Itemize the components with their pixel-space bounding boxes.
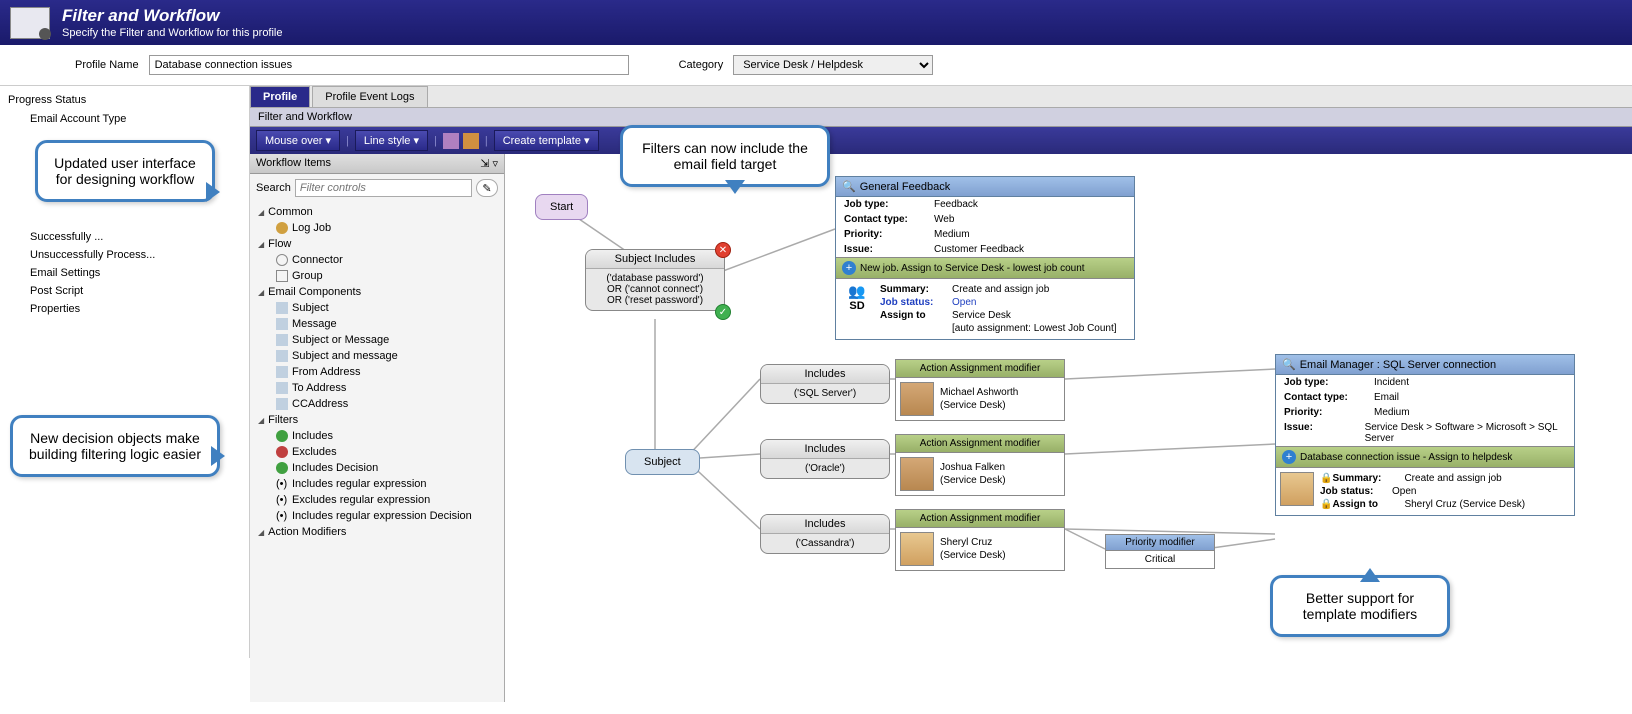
- page-title: Filter and Workflow: [62, 6, 283, 26]
- palette-header: Workflow Items ⇲ ▿: [250, 154, 504, 174]
- palette-pin-icon[interactable]: ⇲ ▿: [480, 157, 498, 170]
- item-excludes[interactable]: Excludes: [250, 444, 504, 460]
- palette-tree: Common Log Job Flow Connector Group Emai…: [250, 202, 504, 702]
- sidebar-item[interactable]: Post Script: [0, 282, 249, 300]
- sql-card-title: Email Manager : SQL Server connection: [1300, 359, 1496, 371]
- avatar: [1280, 472, 1314, 506]
- priority-modifier-node[interactable]: Priority modifier Critical: [1105, 534, 1215, 569]
- item-inc-dec[interactable]: Includes Decision: [250, 460, 504, 476]
- create-template-button[interactable]: Create template ▾: [494, 130, 599, 151]
- cat-email[interactable]: Email Components: [250, 284, 504, 300]
- workflow-canvas[interactable]: Start Subject Includes ('database passwo…: [505, 154, 1632, 702]
- copy-icon[interactable]: [443, 133, 459, 149]
- subject-includes-node[interactable]: Subject Includes ('database password') O…: [585, 249, 725, 311]
- sidebar-item[interactable]: Email Account Type: [0, 110, 249, 128]
- item-subj-or-msg[interactable]: Subject or Message: [250, 332, 504, 348]
- item-exc-re[interactable]: (•)Excludes regular expression: [250, 492, 504, 508]
- sidebar-item[interactable]: Email Settings: [0, 264, 249, 282]
- item-group[interactable]: Group: [250, 268, 504, 284]
- avatar: [900, 532, 934, 566]
- mouseover-button[interactable]: Mouse over ▾: [256, 130, 340, 151]
- avatar: [900, 382, 934, 416]
- feedback-template[interactable]: 🔍General Feedback Job type:Feedback Cont…: [835, 176, 1135, 340]
- palette-search-input[interactable]: [295, 179, 472, 197]
- item-cc[interactable]: CCAddress: [250, 396, 504, 412]
- profile-name-input[interactable]: [149, 55, 629, 75]
- plus-icon: +: [842, 261, 856, 275]
- includes-sql-node[interactable]: Includes ('SQL Server'): [760, 364, 890, 404]
- profile-name-label: Profile Name: [75, 59, 139, 71]
- cat-filters[interactable]: Filters: [250, 412, 504, 428]
- sidebar-item[interactable]: Properties: [0, 300, 249, 318]
- item-from[interactable]: From Address: [250, 364, 504, 380]
- magnify-icon: 🔍: [842, 180, 856, 193]
- item-subj-and-msg[interactable]: Subject and message: [250, 348, 504, 364]
- feedback-title: General Feedback: [860, 181, 951, 193]
- includes-oracle-node[interactable]: Includes ('Oracle'): [760, 439, 890, 479]
- item-subject[interactable]: Subject: [250, 300, 504, 316]
- filter-body: ('database password') OR ('cannot connec…: [586, 269, 724, 310]
- item-inc-re[interactable]: (•)Includes regular expression: [250, 476, 504, 492]
- plus-icon: +: [1282, 450, 1296, 464]
- palette-title: Workflow Items: [256, 157, 331, 170]
- page-subtitle: Specify the Filter and Workflow for this…: [62, 27, 283, 39]
- category-select[interactable]: Service Desk / Helpdesk: [733, 55, 933, 75]
- action-michael[interactable]: Action Assignment modifier Michael Ashwo…: [895, 359, 1065, 421]
- paste-icon[interactable]: [463, 133, 479, 149]
- panel-label: Filter and Workflow: [250, 108, 1632, 127]
- filter-head: Subject Includes: [586, 250, 724, 269]
- sidebar-title: Progress Status: [0, 90, 249, 110]
- magnify-icon: 🔍: [1282, 358, 1296, 371]
- cat-common[interactable]: Common: [250, 204, 504, 220]
- item-log-job[interactable]: Log Job: [250, 220, 504, 236]
- callout-ui: Updated user interface for designing wor…: [35, 140, 215, 202]
- item-connector[interactable]: Connector: [250, 252, 504, 268]
- header-icon: [10, 7, 50, 39]
- callout-decision: New decision objects make building filte…: [10, 415, 220, 477]
- ok-node-icon[interactable]: ✓: [715, 304, 731, 320]
- workflow-palette: Workflow Items ⇲ ▿ Search ✎ Common Log J…: [250, 154, 505, 702]
- callout-templates: Better support for template modifiers: [1270, 575, 1450, 637]
- cat-action[interactable]: Action Modifiers: [250, 524, 504, 540]
- avatar: [900, 457, 934, 491]
- sidebar-item[interactable]: Successfully ...: [0, 228, 249, 246]
- includes-cassandra-node[interactable]: Includes ('Cassandra'): [760, 514, 890, 554]
- tab-profile[interactable]: Profile: [250, 86, 310, 107]
- sidebar-item[interactable]: Unsuccessfully Process...: [0, 246, 249, 264]
- delete-node-icon[interactable]: ✕: [715, 242, 731, 258]
- tab-bar: Profile Profile Event Logs: [250, 86, 1632, 108]
- subject-node[interactable]: Subject: [625, 449, 700, 475]
- profile-form-row: Profile Name Category Service Desk / Hel…: [0, 45, 1632, 86]
- search-label: Search: [256, 182, 291, 194]
- item-to[interactable]: To Address: [250, 380, 504, 396]
- sql-template[interactable]: 🔍Email Manager : SQL Server connection J…: [1275, 354, 1575, 516]
- category-label: Category: [679, 59, 724, 71]
- action-sheryl[interactable]: Action Assignment modifier Sheryl Cruz(S…: [895, 509, 1065, 571]
- clear-search-icon[interactable]: ✎: [476, 179, 498, 197]
- tab-event-logs[interactable]: Profile Event Logs: [312, 86, 427, 107]
- linestyle-button[interactable]: Line style ▾: [355, 130, 428, 151]
- start-node[interactable]: Start: [535, 194, 588, 220]
- item-includes[interactable]: Includes: [250, 428, 504, 444]
- item-message[interactable]: Message: [250, 316, 504, 332]
- cat-flow[interactable]: Flow: [250, 236, 504, 252]
- page-header: Filter and Workflow Specify the Filter a…: [0, 0, 1632, 45]
- callout-filters: Filters can now include the email field …: [620, 125, 830, 187]
- item-inc-re-dec[interactable]: (•)Includes regular expression Decision: [250, 508, 504, 524]
- workflow-toolbar: Mouse over ▾ | Line style ▾ | | Create t…: [250, 127, 1632, 154]
- action-joshua[interactable]: Action Assignment modifier Joshua Falken…: [895, 434, 1065, 496]
